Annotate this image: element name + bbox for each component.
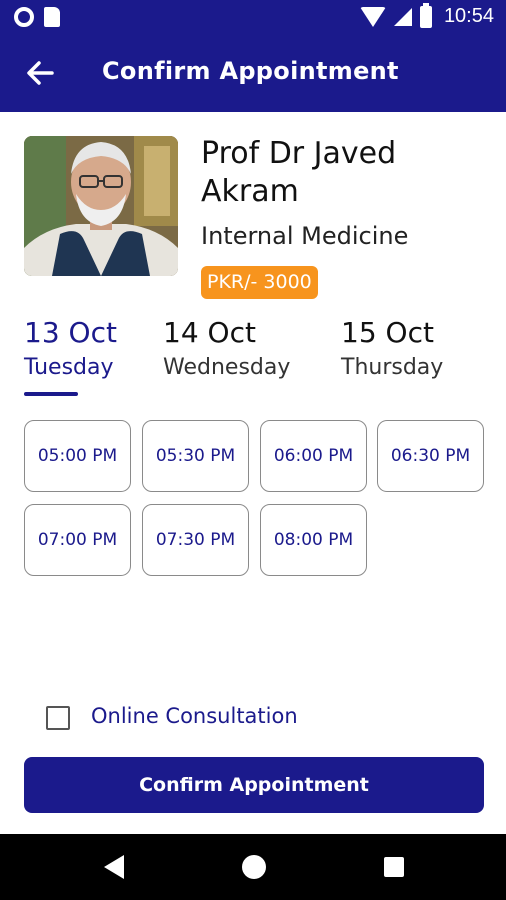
battery-icon (419, 2, 432, 28)
time-slot-button[interactable]: 05:00 PM (24, 420, 131, 492)
online-consultation-label[interactable]: Online Consultation (91, 704, 298, 728)
doctor-name: Prof Dr Javed Akram (201, 136, 397, 209)
confirm-appointment-button[interactable]: Confirm Appointment (24, 757, 484, 813)
date-tab-date: 13 Oct (24, 316, 117, 349)
status-time: 10:54 (443, 5, 494, 27)
sd-card-icon (44, 7, 60, 27)
app-bar: Confirm Appointment (0, 34, 506, 112)
time-slot-button[interactable]: 06:00 PM (260, 420, 367, 492)
wifi-icon (359, 6, 386, 27)
status-bar: 10:54 (0, 0, 506, 34)
date-tab-15-oct[interactable]: 15 Oct Thursday (341, 316, 443, 380)
page-title: Confirm Appointment (102, 57, 399, 85)
date-tab-day: Wednesday (163, 355, 291, 380)
doctor-specialty: Internal Medicine (201, 222, 409, 250)
date-tab-13-oct[interactable]: 13 Oct Tuesday (24, 316, 117, 380)
time-slot-button[interactable]: 05:30 PM (142, 420, 249, 492)
signal-icon (393, 7, 412, 26)
selected-date-indicator (24, 392, 78, 396)
notification-circle-icon (14, 7, 34, 27)
date-tab-14-oct[interactable]: 14 Oct Wednesday (163, 316, 290, 380)
circle-home-icon[interactable] (242, 855, 266, 879)
date-tab-date: 14 Oct (163, 316, 256, 349)
time-slot-button[interactable]: 07:00 PM (24, 504, 131, 576)
online-consultation-checkbox[interactable] (46, 706, 70, 730)
date-tab-day: Tuesday (24, 355, 114, 380)
time-slot-button[interactable]: 06:30 PM (377, 420, 484, 492)
system-nav-bar (0, 834, 506, 900)
time-slot-button[interactable]: 07:30 PM (142, 504, 249, 576)
date-tab-day: Thursday (341, 355, 444, 380)
date-tab-date: 15 Oct (341, 316, 434, 349)
arrow-left-icon[interactable] (24, 58, 56, 88)
doctor-photo (24, 136, 178, 276)
time-slot-button[interactable]: 08:00 PM (260, 504, 367, 576)
fee-badge: PKR/- 3000 (201, 266, 318, 299)
square-recents-icon[interactable] (384, 857, 404, 877)
triangle-back-icon[interactable] (104, 855, 124, 879)
